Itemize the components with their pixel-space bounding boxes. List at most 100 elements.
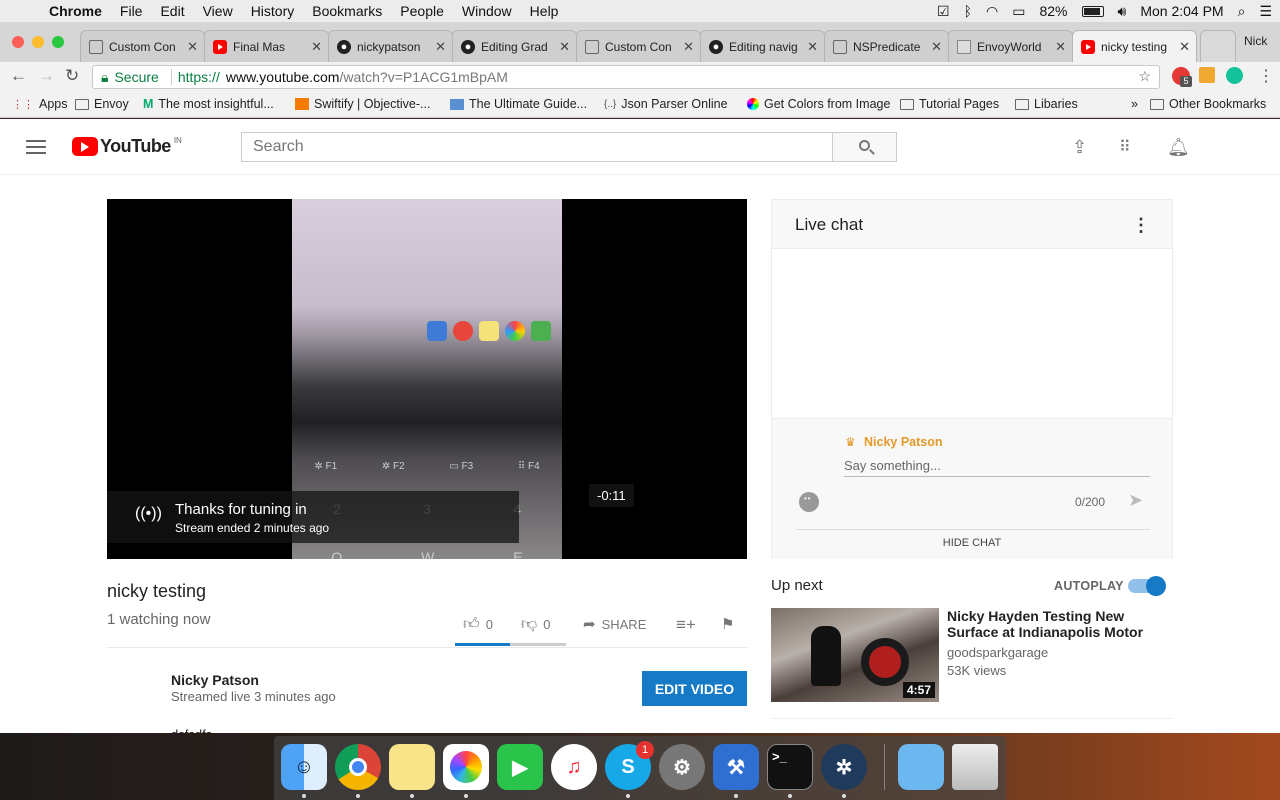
notifications-bell-icon[interactable]: 🔔︎ xyxy=(1167,137,1190,158)
bookmarks-overflow-icon[interactable]: » xyxy=(1131,97,1138,111)
recommended-title[interactable]: Nicky Hayden Testing New Surface at Indi… xyxy=(947,608,1147,640)
finder-icon[interactable]: ☺ xyxy=(281,744,327,790)
clock[interactable]: Mon 2:04 PM xyxy=(1140,3,1223,19)
browser-tab[interactable]: ● nickypatson ✕ xyxy=(328,30,453,62)
bluetooth-icon[interactable]: ᛒ xyxy=(964,3,972,19)
battery-icon[interactable] xyxy=(1081,5,1104,17)
spotlight-search-icon[interactable]: ⌕ xyxy=(1238,3,1246,20)
browser-tab[interactable]: EnvoyWorld ✕ xyxy=(948,30,1073,62)
menu-window[interactable]: Window xyxy=(453,0,521,22)
notes-icon[interactable] xyxy=(389,744,435,790)
divider xyxy=(796,529,1150,530)
tab-close-icon[interactable]: ✕ xyxy=(931,39,942,55)
tab-close-icon[interactable]: ✕ xyxy=(1179,39,1190,55)
edit-video-button[interactable]: EDIT VIDEO xyxy=(642,671,747,706)
more-options-icon[interactable]: ⋮ xyxy=(1132,215,1150,236)
bookmark-get-colors[interactable]: Get Colors from Image xyxy=(747,97,890,111)
new-tab-button[interactable] xyxy=(1200,30,1236,62)
photos-icon[interactable] xyxy=(443,744,489,790)
back-arrow-icon[interactable]: ← xyxy=(10,66,27,86)
channel-name[interactable]: Nicky Patson xyxy=(171,672,259,688)
chrome-menu-icon[interactable]: ⋮ xyxy=(1258,66,1274,86)
reload-icon[interactable]: ↻ xyxy=(65,66,79,86)
bookmark-ultimate-guide[interactable]: The Ultimate Guide... xyxy=(450,97,587,111)
battery-percent[interactable]: 82% xyxy=(1039,3,1067,19)
address-bar[interactable]: 🔒︎ Secure https:// www.youtube.com /watc… xyxy=(92,65,1160,89)
like-button[interactable]: 👍︎ 0 xyxy=(463,615,493,634)
browser-tab-active[interactable]: nicky testing ✕ xyxy=(1072,30,1197,62)
add-to-playlist-icon[interactable]: ≡+ xyxy=(676,615,696,635)
extension-u-icon[interactable] xyxy=(1199,67,1215,83)
upload-icon[interactable]: ⇪ xyxy=(1072,137,1087,158)
bookmark-other[interactable]: Other Bookmarks xyxy=(1150,97,1266,111)
tab-close-icon[interactable]: ✕ xyxy=(559,39,570,55)
facetime-icon[interactable]: ▶ xyxy=(497,744,543,790)
hamburger-menu-icon[interactable] xyxy=(26,140,46,154)
tab-close-icon[interactable]: ✕ xyxy=(1055,39,1066,55)
checkmark-status-icon[interactable]: ☑ xyxy=(937,3,950,20)
browser-tab[interactable]: ● Editing Grad ✕ xyxy=(452,30,577,62)
tab-close-icon[interactable]: ✕ xyxy=(311,39,322,55)
notification-center-icon[interactable]: ☰ xyxy=(1259,3,1272,20)
window-close-button[interactable] xyxy=(12,36,24,48)
apps-grid-icon[interactable]: ⠿ xyxy=(1119,137,1131,157)
sourcetree-icon[interactable]: ✲ xyxy=(821,744,867,790)
forward-arrow-icon[interactable]: → xyxy=(38,66,55,86)
tab-close-icon[interactable]: ✕ xyxy=(683,39,694,55)
emoji-icon[interactable] xyxy=(799,492,819,512)
bookmark-apps[interactable]: ⋮⋮ Apps xyxy=(12,97,68,111)
airplay-icon[interactable]: ▭ xyxy=(1012,3,1025,20)
menu-people[interactable]: People xyxy=(391,0,453,22)
browser-tab[interactable]: Custom Con ✕ xyxy=(80,30,205,62)
itunes-icon[interactable]: ♫ xyxy=(551,744,597,790)
wifi-icon[interactable]: ◠ xyxy=(986,3,998,20)
send-icon[interactable]: ➤ xyxy=(1128,490,1143,511)
hide-chat-button[interactable]: HIDE CHAT xyxy=(772,537,1172,549)
terminal-icon[interactable]: >_ xyxy=(767,744,813,790)
system-preferences-icon[interactable]: ⚙ xyxy=(659,744,705,790)
xcode-icon[interactable]: ⚒ xyxy=(713,744,759,790)
bookmark-libaries[interactable]: Libaries xyxy=(1015,97,1078,111)
browser-tab[interactable]: Custom Con ✕ xyxy=(576,30,701,62)
menu-app-name[interactable]: Chrome xyxy=(40,0,111,22)
bookmark-swiftify[interactable]: Swiftify | Objective-... xyxy=(295,97,430,111)
share-button[interactable]: ➦ SHARE xyxy=(583,615,646,633)
bookmark-insightful[interactable]: M The most insightful... xyxy=(143,97,274,111)
bookmark-tutorial-pages[interactable]: Tutorial Pages xyxy=(900,97,999,111)
browser-tab[interactable]: NSPredicate ✕ xyxy=(824,30,949,62)
window-minimize-button[interactable] xyxy=(32,36,44,48)
bookmark-star-icon[interactable]: ☆ xyxy=(1138,68,1151,85)
tab-close-icon[interactable]: ✕ xyxy=(807,39,818,55)
autoplay-toggle[interactable] xyxy=(1128,576,1166,596)
search-button[interactable] xyxy=(832,132,897,162)
menu-bookmarks[interactable]: Bookmarks xyxy=(303,0,391,22)
tab-title: Editing Grad xyxy=(481,39,548,54)
live-chat-header: Live chat ⋮ xyxy=(772,200,1172,249)
browser-tab[interactable]: Final Mas ✕ xyxy=(204,30,329,62)
tab-close-icon[interactable]: ✕ xyxy=(435,39,446,55)
report-flag-icon[interactable]: ⚑ xyxy=(721,615,734,633)
recommended-thumbnail[interactable]: 4:57 xyxy=(771,608,939,702)
menu-history[interactable]: History xyxy=(242,0,304,22)
chrome-icon[interactable] xyxy=(335,744,381,790)
video-player[interactable]: ✲ F1✲ F2▭ F3⠿ F4 234 QWE ((•)) Thanks fo… xyxy=(107,199,747,559)
trash-icon[interactable] xyxy=(952,744,998,790)
youtube-logo[interactable]: YouTube IN xyxy=(72,136,182,157)
downloads-folder-icon[interactable] xyxy=(898,744,944,790)
dislike-button[interactable]: 👎︎ 0 xyxy=(521,615,550,634)
bookmark-envoy[interactable]: Envoy xyxy=(75,97,129,111)
search-input[interactable] xyxy=(241,132,833,162)
profile-name[interactable]: Nick xyxy=(1244,34,1267,48)
menu-edit[interactable]: Edit xyxy=(151,0,193,22)
lock-icon[interactable]: 🔒︎ xyxy=(101,69,108,86)
menu-help[interactable]: Help xyxy=(521,0,568,22)
tab-close-icon[interactable]: ✕ xyxy=(187,39,198,55)
bookmark-json-parser[interactable]: {..} Json Parser Online xyxy=(604,97,728,111)
menu-view[interactable]: View xyxy=(194,0,242,22)
grammarly-icon[interactable] xyxy=(1226,67,1243,84)
chat-message-input[interactable] xyxy=(844,455,1150,477)
menu-file[interactable]: File xyxy=(111,0,152,22)
volume-icon[interactable]: 🔊︎ xyxy=(1118,3,1127,20)
browser-tab[interactable]: ● Editing navig ✕ xyxy=(700,30,825,62)
window-zoom-button[interactable] xyxy=(52,36,64,48)
